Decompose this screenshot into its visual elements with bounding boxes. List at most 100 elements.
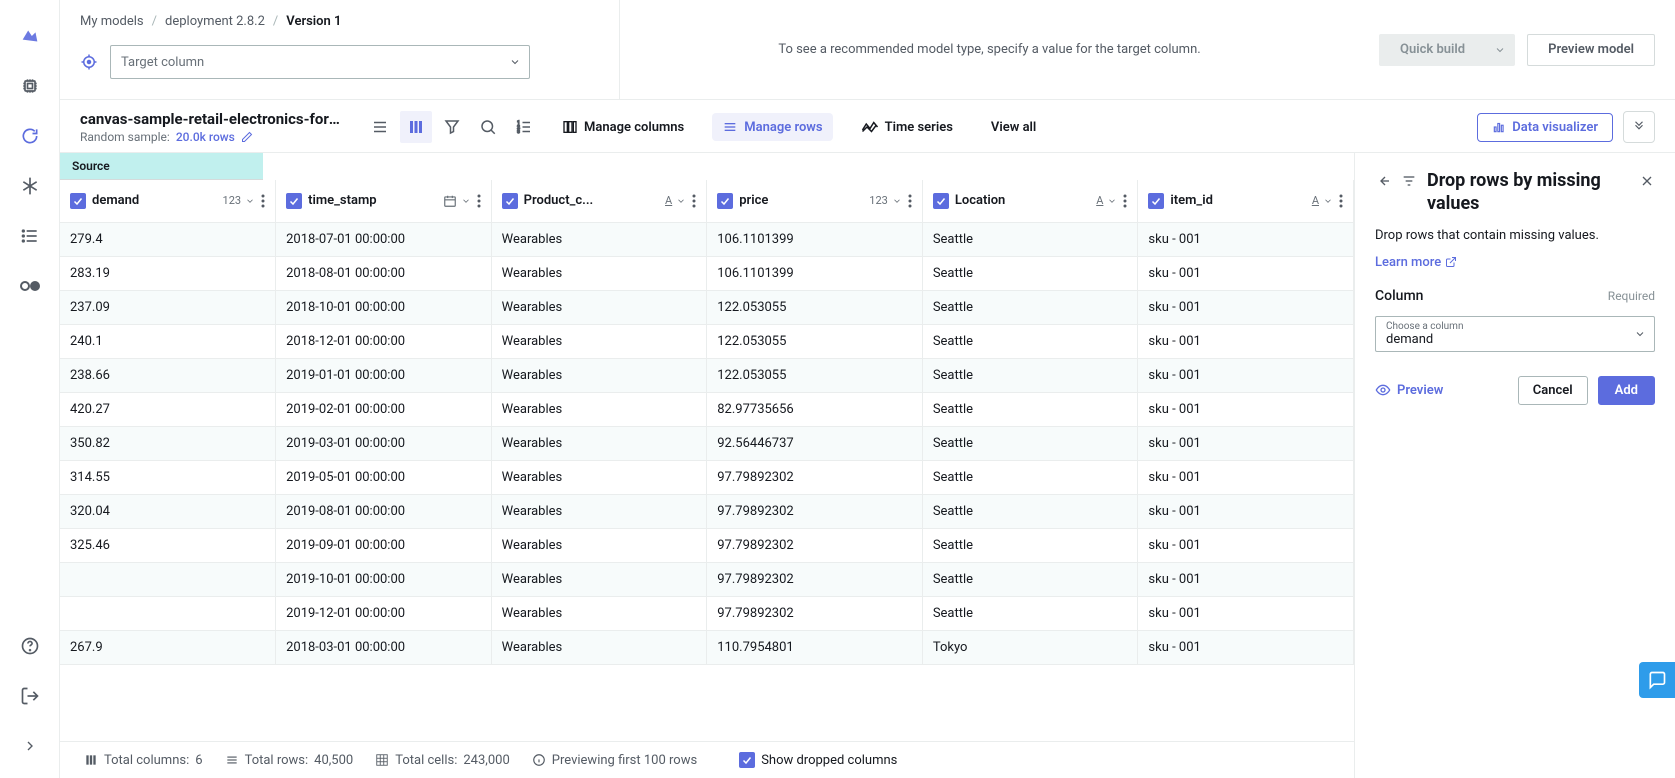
table-row[interactable]: 420.272019-02-01 00:00:00Wearables82.977… bbox=[60, 392, 1354, 426]
more-menu-button[interactable] bbox=[1623, 111, 1655, 143]
data-visualizer-button[interactable]: Data visualizer bbox=[1477, 113, 1613, 142]
table-cell: Wearables bbox=[491, 256, 707, 290]
filter-icon[interactable] bbox=[436, 111, 468, 143]
toggle-icon[interactable] bbox=[18, 274, 42, 298]
breadcrumb: My models / deployment 2.8.2 / Version 1 bbox=[80, 14, 599, 29]
column-name: Product_c... bbox=[524, 193, 594, 208]
table-row[interactable]: 350.822019-03-01 00:00:00Wearables92.564… bbox=[60, 426, 1354, 460]
filter-panel-icon[interactable] bbox=[1401, 173, 1417, 189]
checkbox-checked-icon[interactable] bbox=[1148, 193, 1164, 209]
expand-nav-icon[interactable] bbox=[18, 734, 42, 758]
table-row[interactable]: 2019-10-01 00:00:00Wearables97.79892302S… bbox=[60, 562, 1354, 596]
table-cell: Wearables bbox=[491, 324, 707, 358]
quick-build-dropdown[interactable] bbox=[1485, 34, 1515, 66]
list-icon[interactable] bbox=[18, 224, 42, 248]
preview-model-button[interactable]: Preview model bbox=[1527, 34, 1655, 66]
sample-label: Random sample: bbox=[80, 130, 170, 144]
table-cell: 106.1101399 bbox=[707, 222, 923, 256]
column-menu-icon[interactable] bbox=[1337, 194, 1345, 208]
search-icon[interactable] bbox=[472, 111, 504, 143]
breadcrumb-root[interactable]: My models bbox=[80, 14, 144, 29]
source-tab[interactable]: Source bbox=[60, 153, 263, 180]
manage-columns-button[interactable]: Manage columns bbox=[552, 113, 694, 141]
snowflake-icon[interactable] bbox=[18, 174, 42, 198]
column-header[interactable]: demand 123 bbox=[60, 180, 276, 222]
checkbox-checked-icon[interactable] bbox=[933, 193, 949, 209]
preview-button[interactable]: Preview bbox=[1375, 382, 1443, 398]
table-row[interactable]: 267.92018-03-01 00:00:00Wearables110.795… bbox=[60, 630, 1354, 664]
logout-icon[interactable] bbox=[18, 684, 42, 708]
caret-down-icon bbox=[509, 56, 521, 68]
checkbox-checked-icon[interactable] bbox=[70, 193, 86, 209]
chat-icon[interactable] bbox=[1639, 662, 1675, 698]
table-row[interactable]: 2019-12-01 00:00:00Wearables97.79892302S… bbox=[60, 596, 1354, 630]
table-row[interactable]: 325.462019-09-01 00:00:00Wearables97.798… bbox=[60, 528, 1354, 562]
table-cell: 97.79892302 bbox=[707, 528, 923, 562]
column-menu-icon[interactable] bbox=[475, 194, 483, 208]
breadcrumb-mid[interactable]: deployment 2.8.2 bbox=[165, 14, 265, 29]
column-header[interactable]: time_stamp bbox=[276, 180, 492, 222]
svg-text:3: 3 bbox=[517, 129, 520, 135]
table-cell: Seattle bbox=[922, 290, 1138, 324]
table-cell: sku - 001 bbox=[1138, 290, 1354, 324]
panel-title: Drop rows by missing values bbox=[1427, 169, 1629, 216]
back-icon[interactable] bbox=[1375, 173, 1391, 189]
column-select[interactable]: Choose a column demand bbox=[1375, 316, 1655, 352]
time-series-button[interactable]: Time series bbox=[851, 114, 963, 141]
logo-icon[interactable] bbox=[18, 24, 42, 48]
table-row[interactable]: 314.552019-05-01 00:00:00Wearables97.798… bbox=[60, 460, 1354, 494]
table-cell: 97.79892302 bbox=[707, 596, 923, 630]
add-button[interactable]: Add bbox=[1598, 376, 1655, 405]
column-menu-icon[interactable] bbox=[259, 194, 267, 208]
crosshair-icon bbox=[80, 53, 98, 71]
cancel-button[interactable]: Cancel bbox=[1518, 376, 1588, 405]
table-cell: sku - 001 bbox=[1138, 358, 1354, 392]
column-header[interactable]: price 123 bbox=[707, 180, 923, 222]
table-cell: Wearables bbox=[491, 494, 707, 528]
pencil-icon[interactable] bbox=[241, 131, 253, 143]
manage-rows-button[interactable]: Manage rows bbox=[712, 113, 832, 141]
numbered-list-icon[interactable]: 123 bbox=[508, 111, 540, 143]
column-header[interactable]: Product_c... A bbox=[491, 180, 707, 222]
grid-view-icon[interactable] bbox=[400, 111, 432, 143]
table-cell: Wearables bbox=[491, 426, 707, 460]
view-all-button[interactable]: View all bbox=[981, 114, 1046, 141]
table-row[interactable]: 283.192018-08-01 00:00:00Wearables106.11… bbox=[60, 256, 1354, 290]
quick-build-button[interactable]: Quick build bbox=[1379, 34, 1486, 66]
sample-value[interactable]: 20.0k rows bbox=[176, 130, 235, 144]
table-cell: Seattle bbox=[922, 256, 1138, 290]
target-column-select[interactable]: Target column bbox=[110, 45, 530, 79]
table-cell: 325.46 bbox=[60, 528, 276, 562]
column-name: price bbox=[739, 193, 768, 208]
table-row[interactable]: 279.42018-07-01 00:00:00Wearables106.110… bbox=[60, 222, 1354, 256]
column-menu-icon[interactable] bbox=[906, 194, 914, 208]
list-view-icon[interactable] bbox=[364, 111, 396, 143]
target-placeholder: Target column bbox=[121, 55, 204, 70]
column-header[interactable]: item_id A bbox=[1138, 180, 1354, 222]
table-cell: 122.053055 bbox=[707, 290, 923, 324]
learn-more-link[interactable]: Learn more bbox=[1375, 255, 1655, 270]
checkbox-checked-icon[interactable] bbox=[502, 193, 518, 209]
table-cell: sku - 001 bbox=[1138, 256, 1354, 290]
grid-footer: Total columns: 6 Total rows: 40,500 Tota… bbox=[60, 741, 1354, 778]
table-row[interactable]: 240.12018-12-01 00:00:00Wearables122.053… bbox=[60, 324, 1354, 358]
refresh-icon[interactable] bbox=[18, 124, 42, 148]
table-row[interactable]: 238.662019-01-01 00:00:00Wearables122.05… bbox=[60, 358, 1354, 392]
chip-icon[interactable] bbox=[18, 74, 42, 98]
column-header[interactable]: Location A bbox=[922, 180, 1138, 222]
checkbox-checked-icon[interactable] bbox=[717, 193, 733, 209]
show-dropped-toggle[interactable]: Show dropped columns bbox=[739, 752, 897, 768]
table-cell: 122.053055 bbox=[707, 358, 923, 392]
table-row[interactable]: 320.042019-08-01 00:00:00Wearables97.798… bbox=[60, 494, 1354, 528]
column-menu-icon[interactable] bbox=[690, 194, 698, 208]
table-cell: Seattle bbox=[922, 596, 1138, 630]
table-cell: 2019-09-01 00:00:00 bbox=[276, 528, 492, 562]
table-cell: Seattle bbox=[922, 324, 1138, 358]
close-icon[interactable] bbox=[1639, 173, 1655, 189]
checkbox-checked-icon[interactable] bbox=[286, 193, 302, 209]
column-menu-icon[interactable] bbox=[1121, 194, 1129, 208]
table-cell: 2019-01-01 00:00:00 bbox=[276, 358, 492, 392]
table-cell: Wearables bbox=[491, 528, 707, 562]
help-icon[interactable] bbox=[18, 634, 42, 658]
table-row[interactable]: 237.092018-10-01 00:00:00Wearables122.05… bbox=[60, 290, 1354, 324]
